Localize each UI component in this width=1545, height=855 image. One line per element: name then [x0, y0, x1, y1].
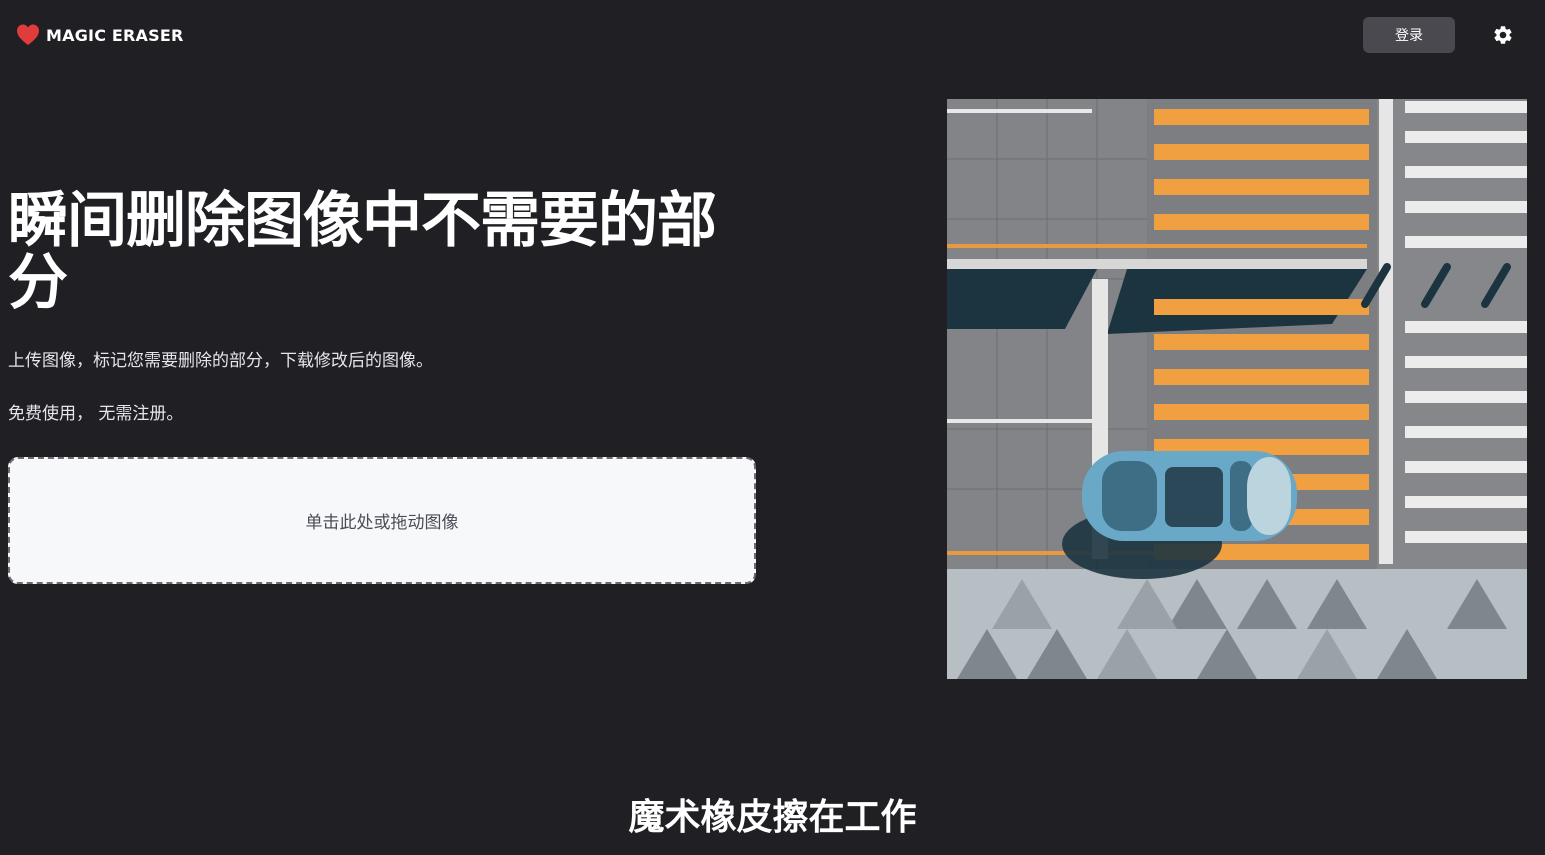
upload-dropzone[interactable]: 单击此处或拖动图像 [8, 457, 756, 584]
hero-illustration [947, 99, 1527, 679]
page: MAGIC ERASER 登录 瞬间删除图像中不需要的部分 上传图像，标记您需要… [0, 0, 1545, 855]
brand-name: MAGIC ERASER [46, 25, 184, 45]
section-title: 魔术橡皮擦在工作 [628, 797, 917, 838]
hero-image [947, 99, 1527, 679]
hero-title: 瞬间删除图像中不需要的部分 [8, 186, 717, 318]
settings-button[interactable] [1490, 22, 1516, 48]
dropzone-label: 单击此处或拖动图像 [305, 513, 459, 533]
hero-free-note: 免费使用， 无需注册。 [8, 404, 184, 424]
heart-icon [17, 24, 39, 45]
brand-logo[interactable]: MAGIC ERASER [16, 22, 184, 48]
login-button[interactable]: 登录 [1363, 17, 1455, 53]
gear-icon [1494, 26, 1512, 44]
hero-subtitle: 上传图像，标记您需要删除的部分，下载修改后的图像。 [8, 351, 433, 371]
